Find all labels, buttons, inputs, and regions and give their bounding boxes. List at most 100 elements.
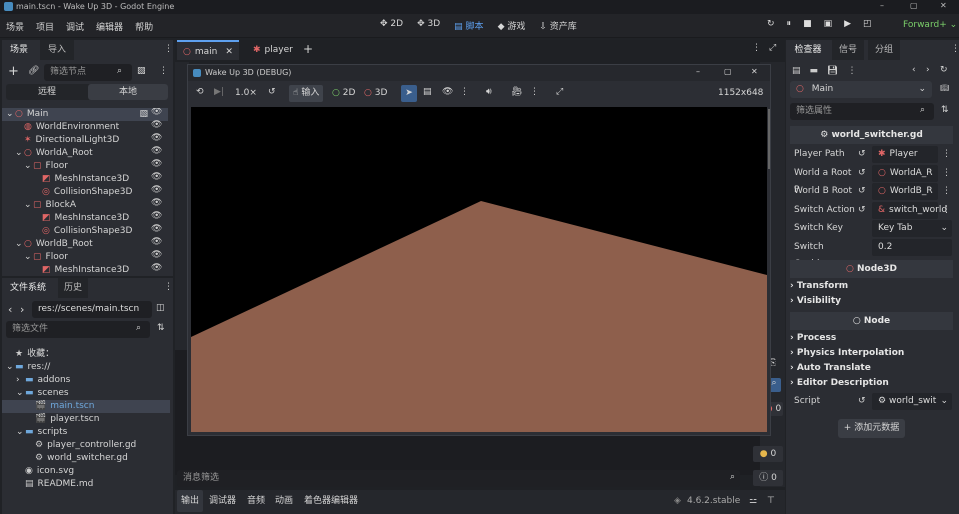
reset-speed-icon[interactable]: ↺ bbox=[268, 87, 276, 97]
history-back-icon[interactable]: ‹ bbox=[912, 65, 916, 75]
section-auto-translate[interactable]: › Auto Translate bbox=[790, 361, 952, 376]
distraction-free-icon[interactable]: ⤢ bbox=[769, 43, 776, 53]
game-maximize-button[interactable]: ▢ bbox=[724, 67, 732, 76]
section-visibility[interactable]: › Visibility bbox=[790, 294, 952, 309]
scene-tree-item[interactable]: ◎ CollisionShape3D 👁︎ bbox=[2, 186, 168, 199]
game-close-button[interactable]: ✕ bbox=[751, 67, 758, 76]
visibility-eye-icon[interactable]: 👁︎ bbox=[151, 108, 162, 117]
path-input[interactable]: res://scenes/main.tscn bbox=[32, 301, 152, 318]
expand-arrow[interactable]: › bbox=[16, 374, 25, 387]
workspace-button[interactable]: ◆ 游戏 bbox=[498, 19, 526, 33]
scene-tree-item[interactable]: ✶ DirectionalLight3D 👁︎ bbox=[2, 134, 168, 147]
warning-count[interactable]: ● 0 bbox=[753, 446, 783, 462]
scene-tree-item[interactable]: ⌄▢ Floor 👁︎ bbox=[2, 251, 168, 264]
file-tree-item[interactable]: 🎬 player.tscn bbox=[2, 413, 170, 426]
editor-menu-icon[interactable]: ⋮ bbox=[752, 43, 761, 53]
speed-label[interactable]: 1.0× bbox=[235, 88, 257, 98]
game-scrollbar[interactable] bbox=[768, 109, 770, 169]
add-node-icon[interactable]: + bbox=[8, 64, 19, 79]
visibility-eye-icon[interactable]: 👁︎ bbox=[151, 160, 162, 169]
attach-script-icon[interactable]: ▧ bbox=[137, 66, 146, 76]
scene-tree-item[interactable]: ◩ MeshInstance3D 👁︎ bbox=[2, 173, 168, 186]
tab-output[interactable]: 输出 bbox=[177, 490, 204, 512]
revert-icon[interactable]: ↺ bbox=[858, 183, 866, 200]
menu-item[interactable]: 帮助 bbox=[135, 20, 153, 33]
visibility-eye-icon[interactable]: 👁︎ bbox=[151, 147, 162, 156]
menu-item[interactable]: 编辑器 bbox=[96, 20, 123, 33]
revert-icon[interactable]: ↺ bbox=[858, 393, 866, 410]
new-resource-icon[interactable]: ▤ bbox=[792, 66, 801, 76]
message-filter-input[interactable]: 消息筛选 bbox=[177, 470, 740, 487]
section-editor-description[interactable]: › Editor Description bbox=[790, 376, 952, 391]
forward-icon[interactable]: › bbox=[20, 303, 24, 316]
visibility-eye-icon[interactable]: 👁︎ bbox=[151, 121, 162, 130]
file-tree-item[interactable]: ⌄▬ scenes bbox=[2, 387, 170, 400]
workspace-button[interactable]: ▤ 脚本 bbox=[454, 19, 483, 33]
visibility-eye-icon[interactable]: 👁︎ bbox=[151, 212, 162, 221]
reload-icon[interactable]: ↻ bbox=[767, 19, 775, 29]
docs-icon[interactable]: 📖︎ bbox=[940, 84, 949, 92]
menu-item[interactable]: 项目 bbox=[36, 20, 54, 33]
expand-arrow[interactable]: ⌄ bbox=[16, 387, 25, 400]
expand-arrow[interactable]: ⌄ bbox=[6, 108, 15, 121]
tab-shader-editor[interactable]: 着色器编辑器 bbox=[304, 490, 358, 512]
workspace-button[interactable]: ✥ 3D bbox=[417, 19, 440, 33]
audio-icon[interactable]: 🔊︎ bbox=[486, 87, 492, 97]
layout-icon[interactable]: ⚍ bbox=[749, 490, 757, 512]
game-viewport[interactable] bbox=[191, 107, 767, 432]
property-value[interactable]: ○ WorldB_R bbox=[872, 183, 938, 200]
dock-menu-icon[interactable]: ⋮ bbox=[164, 282, 173, 292]
expand-arrow[interactable]: ⌄ bbox=[15, 238, 24, 251]
link-icon[interactable]: 🔗︎ bbox=[28, 66, 39, 76]
fullscreen-icon[interactable]: ⤢ bbox=[556, 87, 563, 97]
visibility-eye-icon[interactable]: 👁︎ bbox=[151, 225, 162, 234]
revert-icon[interactable]: ↺ bbox=[858, 165, 866, 182]
visibility-eye-icon[interactable]: 👁︎ bbox=[151, 199, 162, 208]
scene-tree-item[interactable]: ◩ MeshInstance3D 👁︎ bbox=[2, 212, 168, 225]
suspend-icon[interactable]: ⟲ bbox=[196, 87, 204, 97]
file-tree-item[interactable]: ⌄▬ res:// bbox=[2, 361, 170, 374]
movie-icon[interactable]: ◰ bbox=[863, 19, 872, 29]
tab-history[interactable]: 历史 bbox=[58, 278, 88, 298]
tab-signals[interactable]: 信号 bbox=[832, 40, 864, 60]
script-value[interactable]: ⚙ world_swit ⌄ bbox=[872, 393, 952, 410]
section-transform[interactable]: › Transform bbox=[790, 279, 952, 294]
history-forward-icon[interactable]: › bbox=[926, 65, 930, 75]
game-minimize-button[interactable]: – bbox=[696, 67, 700, 76]
section-physics-interpolation[interactable]: › Physics Interpolation bbox=[790, 346, 952, 361]
menu-item[interactable]: 场景 bbox=[6, 20, 24, 33]
file-tree-item[interactable]: 🎬 main.tscn bbox=[2, 400, 170, 413]
file-tree-item[interactable]: ⚙ world_switcher.gd bbox=[2, 452, 170, 465]
maximize-button[interactable]: ▢ bbox=[910, 1, 918, 10]
local-tab[interactable]: 本地 bbox=[88, 84, 168, 100]
scene-tree-item[interactable]: ◩ MeshInstance3D 👁︎ bbox=[2, 264, 168, 276]
editor-tab[interactable]: ○ main ✕ bbox=[177, 40, 239, 60]
tab-audio[interactable]: 音频 bbox=[247, 490, 265, 512]
scene-tree-item[interactable]: ⌄▢ BlockA 👁︎ bbox=[2, 199, 168, 212]
tab-debugger[interactable]: 调试器 bbox=[209, 490, 236, 512]
property-filter-input[interactable]: 筛选属性 bbox=[790, 103, 934, 120]
file-filter-input[interactable]: 筛选文件 bbox=[6, 321, 150, 338]
tab-groups[interactable]: 分组 bbox=[868, 40, 900, 60]
visibility-icon[interactable]: 👁︎ bbox=[442, 87, 453, 97]
mode-3d[interactable]: ○ 3D bbox=[364, 88, 387, 98]
visibility-eye-icon[interactable]: 👁︎ bbox=[151, 134, 162, 143]
property-value[interactable]: Key Tab ⌄ bbox=[872, 220, 952, 237]
file-tree-item[interactable]: ◉ icon.svg bbox=[2, 465, 170, 478]
script-icon[interactable]: ▧ bbox=[139, 108, 148, 121]
property-menu-icon[interactable]: ⋮ bbox=[942, 146, 951, 163]
tab-scene[interactable]: 场景 bbox=[2, 40, 36, 60]
tools-icon[interactable]: ⇅ bbox=[941, 105, 949, 115]
tab-animation[interactable]: 动画 bbox=[275, 490, 293, 512]
tab-filesystem[interactable]: 文件系统 bbox=[2, 278, 54, 298]
visibility-eye-icon[interactable]: 👁︎ bbox=[151, 264, 162, 273]
property-value[interactable]: ✱ Player bbox=[872, 146, 938, 163]
node-selector[interactable]: ○ Main ⌄ bbox=[790, 81, 932, 98]
property-menu-icon[interactable]: ⋮ bbox=[942, 165, 951, 182]
workspace-button[interactable]: ✥ 2D bbox=[380, 19, 403, 33]
expand-panel-icon[interactable]: ⊤ bbox=[767, 490, 775, 512]
info-count[interactable]: ⓘ 0 bbox=[753, 470, 783, 486]
minimize-button[interactable]: – bbox=[880, 1, 884, 10]
sort-icon[interactable]: ⇅ bbox=[157, 323, 165, 333]
renderer-select[interactable]: Forward+ ⌄ bbox=[903, 20, 957, 30]
